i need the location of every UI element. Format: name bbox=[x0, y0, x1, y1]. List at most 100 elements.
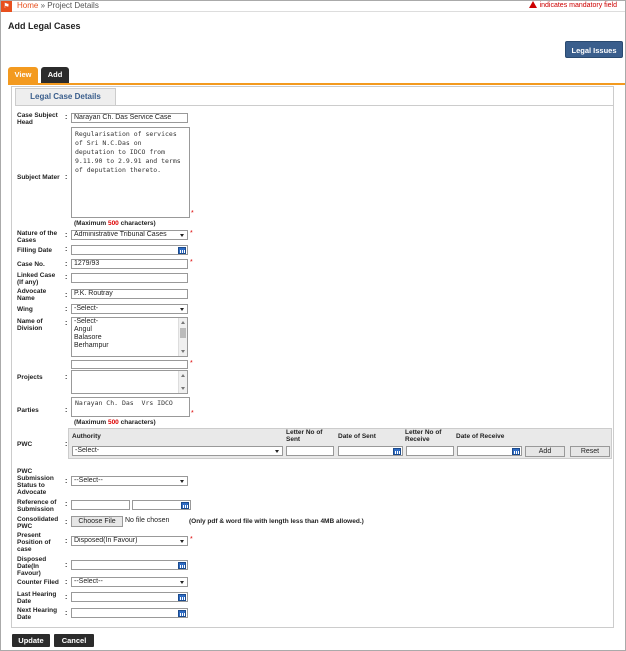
calendar-icon[interactable] bbox=[393, 448, 401, 455]
breadcrumb-separator: » bbox=[38, 1, 48, 10]
colon: : bbox=[65, 114, 68, 121]
next-hearing-input[interactable] bbox=[71, 608, 188, 618]
pwc-date-receive-input[interactable] bbox=[457, 446, 522, 456]
breadcrumb-home-link[interactable]: Home bbox=[17, 1, 38, 10]
colon: : bbox=[65, 232, 68, 239]
list-item[interactable]: Balasore bbox=[72, 334, 187, 342]
scroll-up-icon[interactable] bbox=[181, 321, 185, 324]
pwc-reset-button[interactable]: Reset bbox=[570, 446, 610, 457]
next-hearing-label: Next Hearing Date bbox=[17, 607, 58, 621]
scroll-down-icon[interactable] bbox=[181, 387, 185, 390]
case-no-label: Case No. bbox=[17, 261, 45, 268]
calendar-icon[interactable] bbox=[181, 502, 189, 509]
pwc-header-letter-sent: Letter No of Sent bbox=[286, 429, 323, 443]
projects-label: Projects bbox=[17, 374, 43, 381]
reference-label: Reference of Submission bbox=[17, 499, 57, 513]
calendar-icon[interactable] bbox=[178, 562, 186, 569]
tab-view[interactable]: View bbox=[8, 67, 38, 83]
linked-case-label: Linked Case (If any) bbox=[17, 272, 56, 286]
top-bar: ⚑ Home » Project Details indicates manda… bbox=[1, 1, 625, 12]
projects-search-input[interactable] bbox=[71, 360, 188, 369]
calendar-icon[interactable] bbox=[178, 247, 186, 254]
advocate-name-input[interactable]: P.K. Routray bbox=[71, 289, 188, 299]
linked-case-input[interactable] bbox=[71, 273, 188, 283]
scrollbar[interactable] bbox=[178, 318, 187, 356]
breadcrumb: Home » Project Details bbox=[17, 1, 99, 11]
calendar-icon[interactable] bbox=[512, 448, 520, 455]
file-status-text: No file chosen bbox=[125, 517, 170, 524]
colon: : bbox=[65, 538, 68, 545]
update-button[interactable]: Update bbox=[12, 634, 50, 647]
required-star: * bbox=[191, 410, 194, 417]
subtab-divider bbox=[15, 105, 614, 106]
choose-file-button[interactable]: Choose File bbox=[71, 516, 123, 527]
filling-date-label: Filling Date bbox=[17, 247, 53, 254]
colon: : bbox=[65, 246, 68, 253]
advocate-name-label: Advocate Name bbox=[17, 288, 47, 302]
parties-label: Parties bbox=[17, 407, 39, 414]
scroll-down-icon[interactable] bbox=[181, 350, 185, 353]
wing-label: Wing bbox=[17, 306, 33, 313]
pwc-header-date-sent: Date of Sent bbox=[338, 433, 376, 440]
nature-of-cases-select[interactable]: Administrative Tribunal Cases bbox=[71, 230, 188, 240]
pwc-header-letter-receive: Letter No of Receive bbox=[405, 429, 442, 443]
disposed-date-label: Disposed Date(In Favour) bbox=[17, 556, 47, 577]
filling-date-input[interactable] bbox=[71, 245, 188, 255]
counter-filed-select[interactable]: --Select-- bbox=[71, 577, 188, 587]
scroll-thumb[interactable] bbox=[180, 328, 186, 338]
colon: : bbox=[65, 594, 68, 601]
subject-mater-textarea[interactable]: Regularisation of services of Sri N.C.Da… bbox=[71, 127, 190, 218]
division-listbox[interactable]: -Select- Angul Balasore Berhampur bbox=[71, 317, 188, 357]
projects-listbox[interactable] bbox=[71, 370, 188, 394]
max-number: 500 bbox=[107, 220, 119, 227]
pwc-header-authority: Authority bbox=[72, 433, 101, 440]
colon: : bbox=[65, 174, 68, 181]
colon: : bbox=[65, 374, 68, 381]
reference-number-input[interactable] bbox=[71, 500, 130, 510]
colon: : bbox=[65, 478, 68, 485]
disposed-date-input[interactable] bbox=[71, 560, 188, 570]
pwc-authority-select[interactable]: -Select- bbox=[72, 446, 283, 456]
pwc-letter-receive-input[interactable] bbox=[406, 446, 454, 456]
scrollbar[interactable] bbox=[178, 371, 187, 393]
required-star: * bbox=[190, 259, 193, 266]
scroll-up-icon[interactable] bbox=[181, 374, 185, 377]
colon: : bbox=[65, 579, 68, 586]
case-subject-head-label: Case Subject Head bbox=[17, 112, 58, 126]
last-hearing-input[interactable] bbox=[71, 592, 188, 602]
max-prefix: (Maximum bbox=[74, 220, 108, 227]
colon: : bbox=[65, 441, 68, 448]
list-item[interactable]: Berhampur bbox=[72, 342, 187, 350]
colon: : bbox=[65, 306, 68, 313]
required-star: * bbox=[190, 536, 193, 543]
case-subject-head-input[interactable]: Narayan Ch. Das Service Case bbox=[71, 113, 188, 123]
max-suffix: characters) bbox=[118, 419, 156, 426]
mandatory-note-text: indicates mandatory field bbox=[539, 2, 617, 9]
pwc-add-button[interactable]: Add bbox=[525, 446, 565, 457]
max-suffix: characters) bbox=[118, 220, 156, 227]
subject-mater-label: Subject Mater bbox=[17, 174, 60, 181]
calendar-icon[interactable] bbox=[178, 594, 186, 601]
pwc-status-select[interactable]: --Select-- bbox=[71, 476, 188, 486]
tab-legal-case-details[interactable]: Legal Case Details bbox=[15, 88, 116, 105]
warning-icon bbox=[528, 1, 537, 8]
colon: : bbox=[65, 501, 68, 508]
present-position-select[interactable]: Disposed(In Favour) bbox=[71, 536, 188, 546]
tab-add[interactable]: Add bbox=[41, 67, 69, 83]
required-star: * bbox=[190, 360, 193, 367]
parties-textarea[interactable]: Narayan Ch. Das Vrs IDCO bbox=[71, 397, 190, 417]
home-icon[interactable]: ⚑ bbox=[1, 1, 12, 12]
legal-issues-button[interactable]: Legal Issues bbox=[565, 41, 623, 58]
list-item[interactable]: -Select- bbox=[72, 318, 187, 326]
pwc-letter-sent-input[interactable] bbox=[286, 446, 334, 456]
case-no-input[interactable]: 1279/93 bbox=[71, 259, 188, 269]
list-item[interactable]: Angul bbox=[72, 326, 187, 334]
cancel-button[interactable]: Cancel bbox=[54, 634, 94, 647]
wing-select[interactable]: -Select- bbox=[71, 304, 188, 314]
max-prefix: (Maximum bbox=[74, 419, 108, 426]
counter-filed-label: Counter Filed bbox=[17, 579, 59, 586]
pwc-date-sent-input[interactable] bbox=[338, 446, 403, 456]
nature-of-cases-label: Nature of the Cases bbox=[17, 230, 58, 244]
reference-date-input[interactable] bbox=[132, 500, 191, 510]
calendar-icon[interactable] bbox=[178, 610, 186, 617]
